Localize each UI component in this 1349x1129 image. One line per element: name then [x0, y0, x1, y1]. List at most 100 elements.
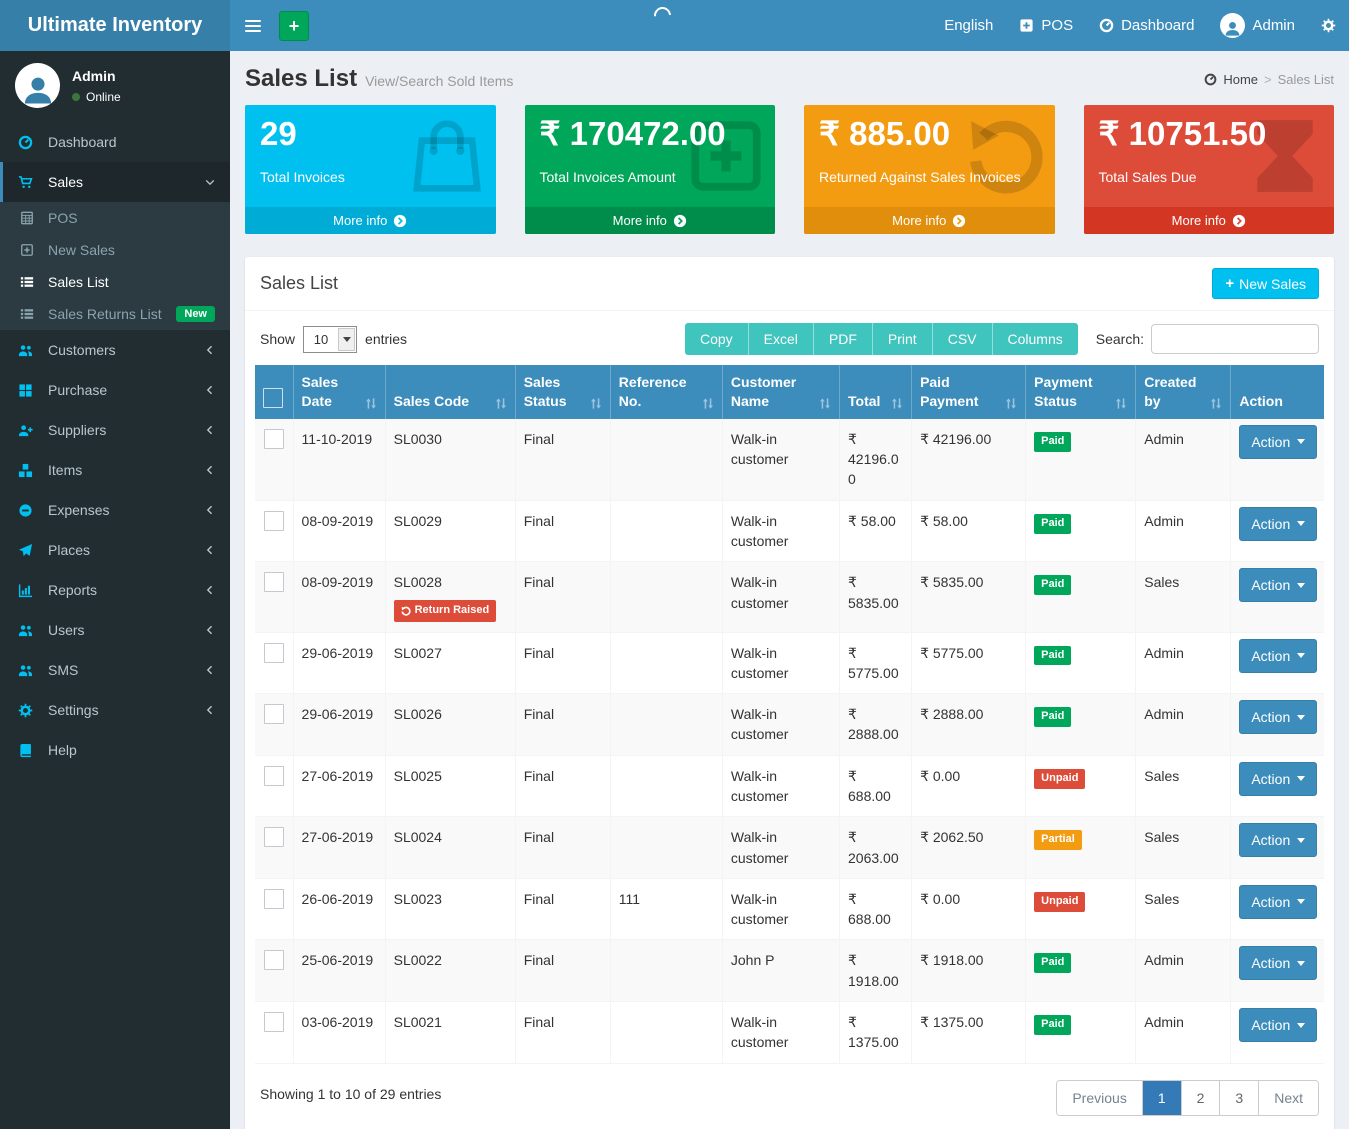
sidebar-item-purchase[interactable]: Purchase: [0, 370, 230, 410]
table-row: 25-06-2019 SL0022 Final John P ₹ 1918.00…: [255, 940, 1324, 1002]
row-action-button[interactable]: Action: [1239, 568, 1317, 602]
column-header-total[interactable]: Total: [840, 365, 912, 419]
pagination-next[interactable]: Next: [1258, 1081, 1318, 1115]
column-header-sales-code[interactable]: Sales Code: [385, 365, 515, 419]
row-checkbox[interactable]: [264, 572, 284, 592]
cell-sales-date: 08-09-2019: [293, 500, 385, 562]
navbar-item-pos[interactable]: POS: [1006, 0, 1086, 51]
export-print-button[interactable]: Print: [873, 323, 933, 355]
sidebar-item-settings[interactable]: Settings: [0, 690, 230, 730]
more-info-link[interactable]: More info: [525, 207, 776, 234]
row-checkbox[interactable]: [264, 429, 284, 449]
column-header-reference-no-[interactable]: Reference No.: [610, 365, 722, 419]
cell-sales-code: SL0024: [385, 817, 515, 879]
pagination-page-3[interactable]: 3: [1219, 1081, 1258, 1115]
row-checkbox[interactable]: [264, 1012, 284, 1032]
export-copy-button[interactable]: Copy: [685, 323, 749, 355]
book-icon: [18, 743, 38, 758]
sidebar-item-sales[interactable]: Sales: [0, 162, 230, 202]
chevron-left-icon: [205, 425, 215, 435]
sidebar-item-users[interactable]: Users: [0, 610, 230, 650]
sidebar-toggle-button[interactable]: [230, 0, 275, 51]
export-columns-button[interactable]: Columns: [993, 323, 1078, 355]
sort-icon: [1115, 397, 1127, 410]
column-header-sales-date[interactable]: Sales Date: [293, 365, 385, 419]
quick-add-button[interactable]: +: [279, 11, 309, 41]
sidebar-item-help[interactable]: Help: [0, 730, 230, 770]
column-header-payment-status[interactable]: Payment Status: [1026, 365, 1136, 419]
column-header-created-by[interactable]: Created by: [1136, 365, 1231, 419]
plus-icon: +: [1225, 275, 1234, 292]
cell-payment-status: Partial: [1026, 817, 1136, 879]
row-checkbox[interactable]: [264, 511, 284, 531]
brand-logo[interactable]: Ultimate Inventory: [0, 0, 230, 51]
breadcrumb-home-link[interactable]: Home: [1223, 72, 1258, 87]
more-info-link[interactable]: More info: [804, 207, 1055, 234]
pagination-page-2[interactable]: 2: [1181, 1081, 1220, 1115]
more-info-link[interactable]: More info: [245, 207, 496, 234]
row-action-button[interactable]: Action: [1239, 762, 1317, 796]
row-checkbox[interactable]: [264, 643, 284, 663]
row-checkbox[interactable]: [264, 827, 284, 847]
row-checkbox[interactable]: [264, 704, 284, 724]
table-row: 08-09-2019 SL0029 Final Walk-in customer…: [255, 500, 1324, 562]
cell-sales-date: 08-09-2019: [293, 562, 385, 632]
sidebar-item-places[interactable]: Places: [0, 530, 230, 570]
pagination-page-1[interactable]: 1: [1142, 1081, 1181, 1115]
select-dropdown-button[interactable]: [338, 328, 355, 351]
cell-paid-payment: ₹ 1918.00: [912, 940, 1026, 1002]
sort-icon: [495, 397, 507, 410]
cell-customer-name: Walk-in customer: [722, 419, 839, 500]
stat-card-0: 29 Total Invoices More info: [245, 105, 496, 234]
column-header-customer-name[interactable]: Customer Name: [722, 365, 839, 419]
user-plus-icon: [18, 423, 38, 438]
sidebar-item-customers[interactable]: Customers: [0, 330, 230, 370]
row-action-button[interactable]: Action: [1239, 823, 1317, 857]
sidebar-item-suppliers[interactable]: Suppliers: [0, 410, 230, 450]
sidebar-item-sales-list[interactable]: Sales List: [0, 266, 230, 298]
search-input[interactable]: [1151, 324, 1319, 354]
cell-sales-date: 25-06-2019: [293, 940, 385, 1002]
export-excel-button[interactable]: Excel: [749, 323, 814, 355]
export-pdf-button[interactable]: PDF: [814, 323, 873, 355]
navbar-item-dashboard[interactable]: Dashboard: [1086, 0, 1207, 51]
cell-sales-date: 11-10-2019: [293, 419, 385, 500]
row-action-button[interactable]: Action: [1239, 507, 1317, 541]
pagination-previous[interactable]: Previous: [1057, 1081, 1141, 1115]
row-action-button[interactable]: Action: [1239, 639, 1317, 673]
select-all-checkbox[interactable]: [263, 388, 283, 408]
column-header-paid-payment[interactable]: Paid Payment: [912, 365, 1026, 419]
sidebar-item-sales-returns-list[interactable]: Sales Returns ListNew: [0, 298, 230, 330]
sidebar-item-new-sales[interactable]: New Sales: [0, 234, 230, 266]
row-action-button[interactable]: Action: [1239, 946, 1317, 980]
stat-cards: 29 Total Invoices More info ₹ 170472.00 …: [245, 105, 1334, 234]
sidebar-item-pos[interactable]: POS: [0, 202, 230, 234]
navbar-item-admin[interactable]: Admin: [1207, 0, 1308, 51]
sidebar-item-items[interactable]: Items: [0, 450, 230, 490]
row-checkbox[interactable]: [264, 950, 284, 970]
export-csv-button[interactable]: CSV: [933, 323, 993, 355]
cell-created-by: Admin: [1136, 419, 1231, 500]
page-length-select[interactable]: 10: [303, 326, 357, 353]
sidebar-item-dashboard[interactable]: Dashboard: [0, 122, 230, 162]
row-checkbox[interactable]: [264, 889, 284, 909]
sidebar-item-reports[interactable]: Reports: [0, 570, 230, 610]
navbar-item-english[interactable]: English: [931, 0, 1006, 51]
sidebar-item-sms[interactable]: SMS: [0, 650, 230, 690]
dashboard-icon: [1099, 18, 1114, 33]
row-checkbox[interactable]: [264, 766, 284, 786]
row-action-button[interactable]: Action: [1239, 1008, 1317, 1042]
more-info-link[interactable]: More info: [1084, 207, 1335, 234]
row-action-button[interactable]: Action: [1239, 425, 1317, 459]
row-action-button[interactable]: Action: [1239, 700, 1317, 734]
caret-down-icon: [1297, 583, 1305, 588]
navbar-item-settings[interactable]: [1308, 0, 1349, 51]
cell-reference-no: [610, 755, 722, 817]
column-header-sales-status[interactable]: Sales Status: [515, 365, 610, 419]
user-status: Online: [72, 90, 121, 104]
cubes-icon: [18, 463, 38, 478]
row-action-button[interactable]: Action: [1239, 885, 1317, 919]
cell-sales-date: 26-06-2019: [293, 878, 385, 940]
sidebar-item-expenses[interactable]: Expenses: [0, 490, 230, 530]
new-sales-button[interactable]: +New Sales: [1212, 268, 1319, 299]
